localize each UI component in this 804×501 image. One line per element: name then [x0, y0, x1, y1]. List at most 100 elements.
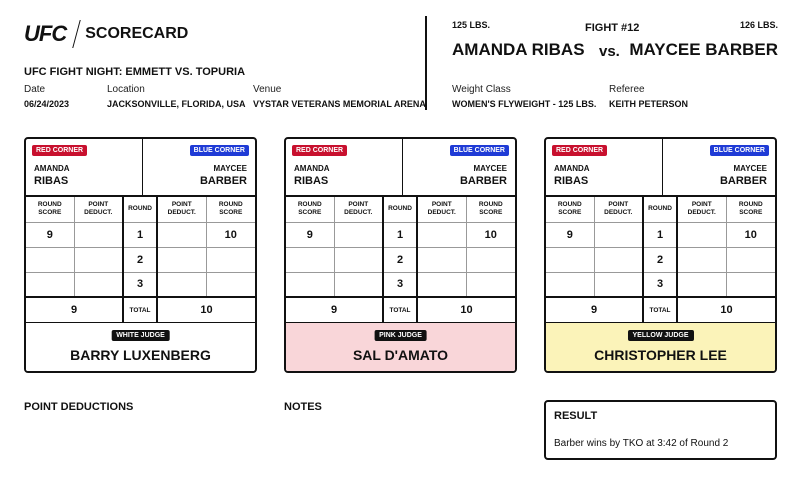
blue-fighter-first-name: MAYCEE	[213, 164, 248, 173]
round-number: 2	[382, 246, 418, 273]
referee-value: KEITH PETERSON	[609, 99, 689, 109]
red-total: 9	[286, 296, 384, 324]
red-total: 9	[546, 296, 644, 324]
blue-point-deduct	[676, 246, 727, 273]
round-row: 9 1 10	[26, 221, 255, 248]
red-point-deduct	[593, 221, 644, 248]
round-row: 9 1 10	[286, 221, 515, 248]
scorecard-white-judge: RED CORNER BLUE CORNER AMANDA RIBAS MAYC…	[24, 137, 257, 373]
judge-panel: YELLOW JUDGE CHRISTOPHER LEE	[546, 323, 775, 371]
judge-tag: YELLOW JUDGE	[627, 330, 694, 341]
judge-panel: WHITE JUDGE BARRY LUXENBERG	[26, 323, 255, 371]
corner-header: RED CORNER BLUE CORNER AMANDA RIBAS MAYC…	[26, 139, 255, 197]
blue-fighter-last-name: BARBER	[459, 175, 507, 187]
blue-fighter-first-name: MAYCEE	[733, 164, 768, 173]
corner-header: RED CORNER BLUE CORNER AMANDA RIBAS MAYC…	[546, 139, 775, 197]
judge-tag: WHITE JUDGE	[111, 330, 170, 341]
total-label: TOTAL	[642, 296, 678, 324]
blue-round-score: 10	[465, 221, 515, 248]
blue-round-score	[725, 271, 775, 298]
header-point-deduct: POINT DEDUCT.	[333, 197, 384, 223]
blue-round-score	[205, 246, 255, 273]
total-label: TOTAL	[382, 296, 418, 324]
round-number: 3	[382, 271, 418, 298]
header-round-score: ROUND SCORE	[465, 197, 515, 223]
round-row: 3	[26, 271, 255, 298]
header-round-score: ROUND SCORE	[725, 197, 775, 223]
blue-total: 10	[156, 296, 255, 324]
blue-round-score	[465, 271, 515, 298]
logo-divider	[72, 20, 81, 48]
ufc-logo-text: UFC	[24, 21, 67, 46]
red-corner-badge: RED CORNER	[292, 145, 348, 156]
header-point-deduct: POINT DEDUCT.	[156, 197, 207, 223]
result-title: RESULT	[554, 410, 598, 422]
total-row: 9 TOTAL 10	[286, 296, 515, 324]
score-table: ROUND SCORE POINT DEDUCT. ROUND POINT DE…	[26, 197, 255, 324]
weight-class-value: WOMEN'S FLYWEIGHT - 125 LBS.	[452, 99, 597, 109]
date-value: 06/24/2023	[24, 99, 70, 109]
header-round-score: ROUND SCORE	[205, 197, 255, 223]
blue-round-score: 10	[205, 221, 255, 248]
red-corner-badge: RED CORNER	[32, 145, 88, 156]
header-round: ROUND	[642, 197, 678, 223]
red-point-deduct	[593, 271, 644, 298]
date-label: Date	[24, 84, 46, 95]
header-round: ROUND	[382, 197, 418, 223]
header-point-deduct: POINT DEDUCT.	[593, 197, 644, 223]
red-round-score	[286, 246, 335, 273]
blue-point-deduct	[416, 271, 467, 298]
scorecard-yellow-judge: RED CORNER BLUE CORNER AMANDA RIBAS MAYC…	[544, 137, 777, 373]
judge-tag: PINK JUDGE	[374, 330, 427, 341]
event-name: UFC FIGHT NIGHT: EMMETT VS. TOPURIA	[24, 66, 246, 78]
round-number: 3	[642, 271, 678, 298]
versus-label: vs.	[599, 43, 620, 60]
point-deductions-title: POINT DEDUCTIONS	[24, 401, 134, 413]
red-corner-badge: RED CORNER	[552, 145, 608, 156]
judge-name: CHRISTOPHER LEE	[594, 347, 727, 363]
blue-point-deduct	[676, 221, 727, 248]
judge-name: SAL D'AMATO	[352, 347, 449, 363]
corner-divider	[662, 139, 663, 197]
red-round-score	[286, 271, 335, 298]
corner-divider	[142, 139, 143, 197]
result-text: Barber wins by TKO at 3:42 of Round 2	[554, 438, 729, 449]
red-round-score: 9	[286, 221, 335, 248]
red-fighter-last-name: RIBAS	[554, 175, 589, 187]
venue-value: VYSTAR VETERANS MEMORIAL ARENA	[253, 99, 426, 109]
blue-round-score	[725, 246, 775, 273]
red-fighter-first-name: AMANDA	[554, 164, 590, 173]
red-round-score	[546, 246, 595, 273]
red-fighter-first-name: AMANDA	[34, 164, 70, 173]
red-round-score	[26, 246, 75, 273]
red-point-deduct	[593, 246, 644, 273]
score-table: ROUND SCORE POINT DEDUCT. ROUND POINT DE…	[286, 197, 515, 324]
blue-point-deduct	[156, 271, 207, 298]
corner-header: RED CORNER BLUE CORNER AMANDA RIBAS MAYC…	[286, 139, 515, 197]
header-point-deduct: POINT DEDUCT.	[416, 197, 467, 223]
red-fighter-last-name: RIBAS	[294, 175, 329, 187]
red-fighter-first-name: AMANDA	[294, 164, 330, 173]
fighter-right-name: MAYCEE BARBER	[629, 40, 778, 59]
blue-corner-badge: BLUE CORNER	[449, 145, 509, 156]
venue-label: Venue	[253, 84, 282, 95]
red-point-deduct	[333, 221, 384, 248]
blue-fighter-first-name: MAYCEE	[473, 164, 508, 173]
round-number: 2	[122, 246, 158, 273]
red-total: 9	[26, 296, 124, 324]
round-number: 1	[122, 221, 158, 248]
result-box: RESULT Barber wins by TKO at 3:42 of Rou…	[544, 400, 777, 460]
red-round-score: 9	[26, 221, 75, 248]
corner-divider	[402, 139, 403, 197]
blue-point-deduct	[416, 246, 467, 273]
round-row: 2	[546, 246, 775, 273]
judge-panel: PINK JUDGE SAL D'AMATO	[286, 323, 515, 371]
location-value: JACKSONVILLE, FLORIDA, USA	[107, 99, 246, 109]
red-fighter-last-name: RIBAS	[34, 175, 69, 187]
red-round-score	[26, 271, 75, 298]
page-title: SCORECARD	[85, 25, 189, 42]
round-row: 9 1 10	[546, 221, 775, 248]
red-round-score	[546, 271, 595, 298]
blue-total: 10	[676, 296, 775, 324]
weight-class-label: Weight Class	[452, 84, 511, 95]
